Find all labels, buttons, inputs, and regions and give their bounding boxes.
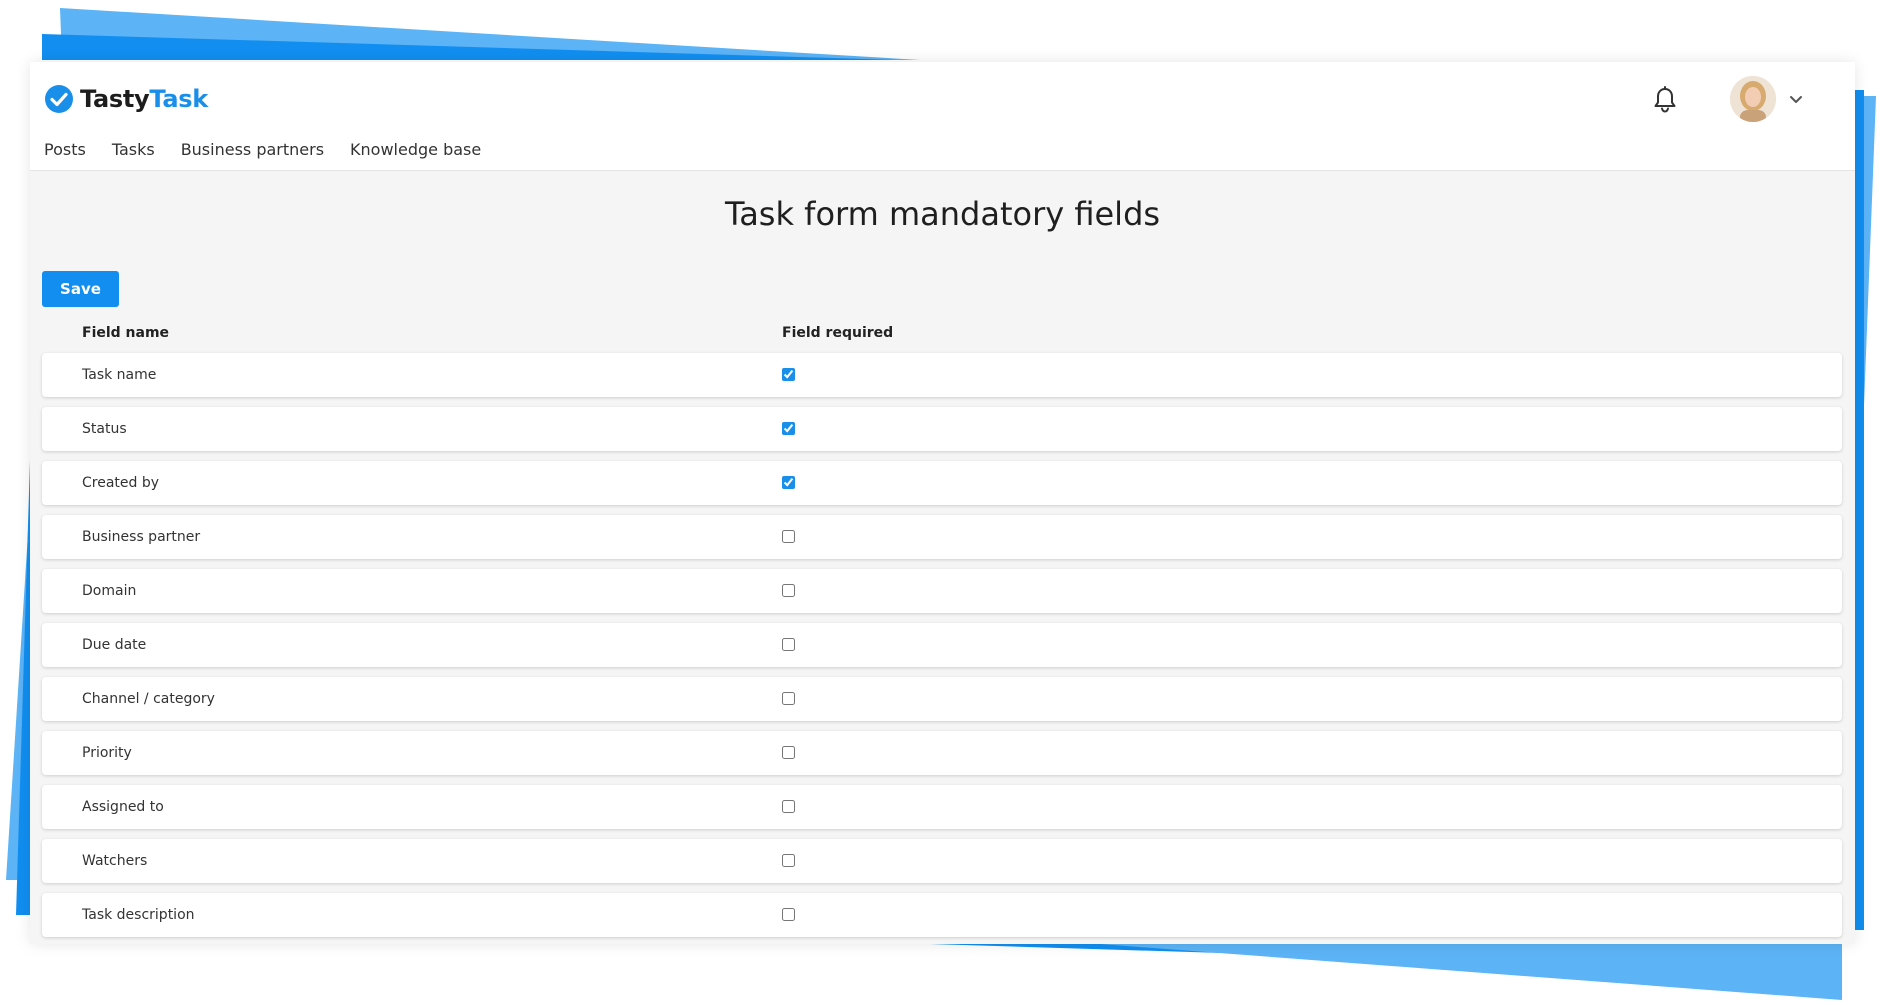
save-button[interactable]: Save [42,271,119,307]
field-name: Business partner [82,529,201,545]
table-row: Created by [42,461,1842,505]
chevron-down-icon[interactable] [1788,91,1804,107]
logo-text: TastyTask [80,85,208,113]
field-required-checkbox[interactable] [782,476,795,489]
avatar[interactable] [1730,76,1776,122]
field-name: Channel / category [82,691,215,707]
logo-text-part1: Tasty [80,85,150,113]
ribbon-left-dark [16,460,30,915]
field-required-checkbox[interactable] [782,800,795,813]
field-name: Due date [82,637,147,653]
main-content: Task form mandatory fields Save Field na… [30,171,1855,944]
nav-item-posts[interactable]: Posts [44,140,86,159]
nav-item-tasks[interactable]: Tasks [112,140,155,159]
table-row: Status [42,407,1842,451]
field-name: Domain [82,583,137,599]
field-required-checkbox[interactable] [782,908,795,921]
table-row: Due date [42,623,1842,667]
table-row: Channel / category [42,677,1842,721]
check-badge-icon [45,85,73,113]
field-required-checkbox[interactable] [782,854,795,867]
field-name: Assigned to [82,799,164,815]
app-window: TastyTask Posts Tasks Business partners … [30,62,1855,944]
avatar-image [1730,76,1776,122]
field-name: Status [82,421,127,437]
field-name: Created by [82,475,160,491]
nav-item-knowledge-base[interactable]: Knowledge base [350,140,481,159]
field-required-checkbox[interactable] [782,746,795,759]
field-required-checkbox[interactable] [782,692,795,705]
column-header-field-required: Field required [782,325,894,341]
page-title: Task form mandatory fields [724,195,1161,233]
nav-item-business-partners[interactable]: Business partners [181,140,324,159]
table-row: Task description [42,893,1842,937]
table-row: Task name [42,353,1842,397]
column-header-field-name: Field name [82,325,170,341]
logo[interactable]: TastyTask [44,84,208,114]
table-row: Business partner [42,515,1842,559]
field-required-checkbox[interactable] [782,584,795,597]
field-name: Task name [82,367,157,383]
field-required-checkbox[interactable] [782,530,795,543]
bell-icon[interactable] [1652,86,1678,114]
field-required-checkbox[interactable] [782,422,795,435]
top-bar: TastyTask Posts Tasks Business partners … [30,62,1855,171]
field-required-checkbox[interactable] [782,638,795,651]
field-name: Priority [82,745,132,761]
main-nav: Posts Tasks Business partners Knowledge … [44,140,481,159]
table-row: Priority [42,731,1842,775]
screenshot-stage: TastyTask Posts Tasks Business partners … [0,0,1890,1005]
field-name: Task description [82,907,195,923]
table-row: Watchers [42,839,1842,883]
field-required-checkbox[interactable] [782,368,795,381]
table-row: Domain [42,569,1842,613]
user-menu[interactable] [1730,76,1804,122]
table-row: Assigned to [42,785,1842,829]
field-name: Watchers [82,853,148,869]
table-header: Field name Field required [42,321,1842,345]
logo-text-part2: Task [149,85,208,113]
fields-table: Task name Status Created by Business par… [42,353,1842,944]
